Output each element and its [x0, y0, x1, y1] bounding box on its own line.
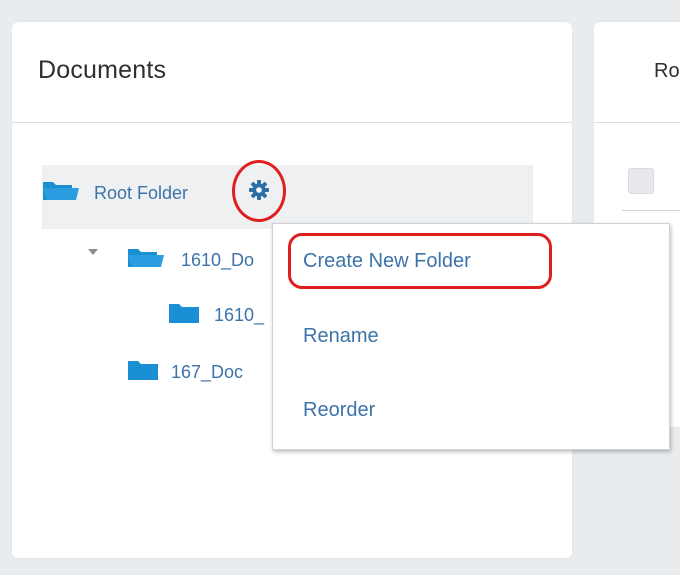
row-divider [622, 210, 680, 211]
menu-item-rename[interactable]: Rename [303, 325, 379, 348]
tree-item-folder-1[interactable]: 1610_Do [127, 247, 254, 274]
folder-icon [168, 302, 200, 329]
right-panel-title: Ro [654, 60, 680, 82]
folder-icon [127, 359, 159, 386]
tree-item-label[interactable]: Root Folder [94, 183, 188, 204]
select-checkbox[interactable] [628, 168, 654, 194]
annotation-circle [232, 160, 286, 222]
tree-item-folder-3[interactable]: 167_Doc [127, 359, 243, 386]
tree-item-label[interactable]: 1610_Do [181, 250, 254, 271]
menu-item-reorder[interactable]: Reorder [303, 399, 375, 422]
tree-item-label[interactable]: 1610_ [214, 305, 264, 326]
open-folder-icon [127, 247, 165, 274]
tree-item-root-folder[interactable]: Root Folder [42, 180, 188, 207]
tree-item-folder-2[interactable]: 1610_ [168, 302, 264, 329]
tree-item-label[interactable]: 167_Doc [171, 362, 243, 383]
right-panel-header: Ro [594, 22, 680, 123]
open-folder-icon [42, 180, 80, 207]
annotation-rectangle [288, 233, 552, 289]
documents-title: Documents [38, 56, 167, 84]
chevron-down-icon[interactable] [88, 249, 98, 255]
documents-panel-header: Documents [12, 22, 572, 123]
